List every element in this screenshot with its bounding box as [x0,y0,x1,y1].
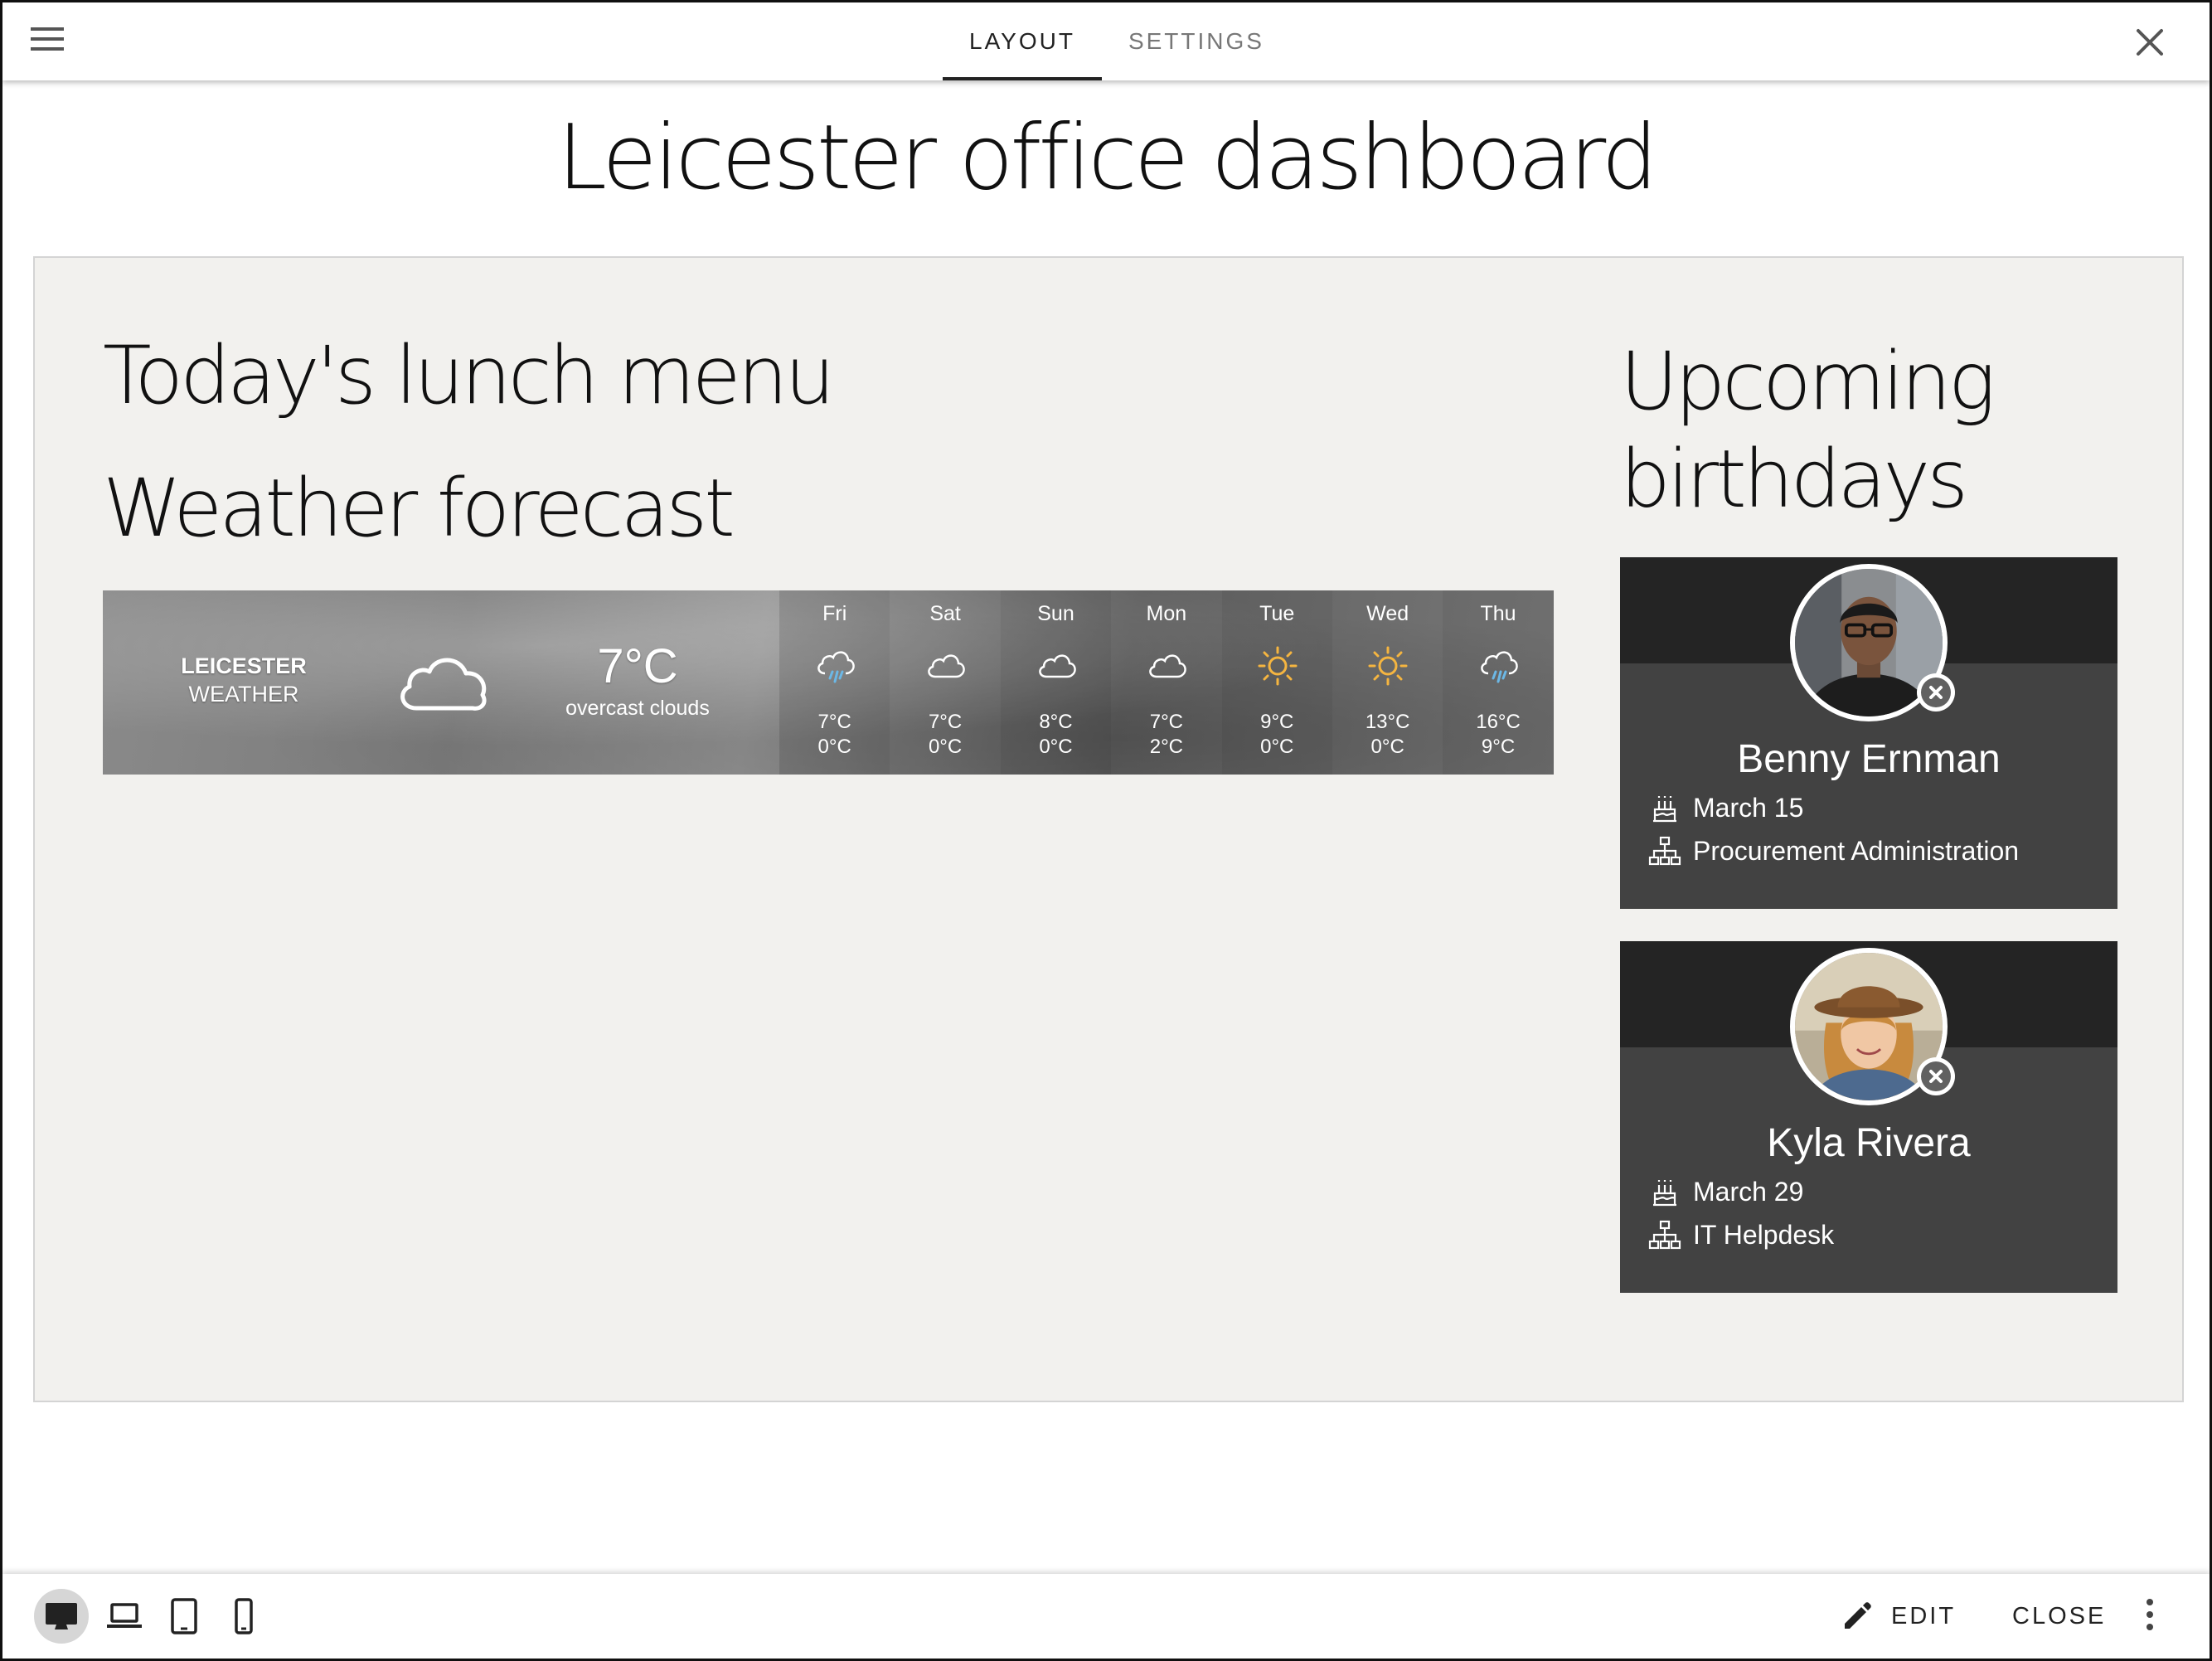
remove-birthday-button[interactable] [1917,1057,1955,1095]
close-button[interactable]: CLOSE [2012,1574,2106,1659]
forecast-day: Mon 7°C 2°C [1111,590,1222,775]
bottom-toolbar: EDIT CLOSE [2,1574,2210,1659]
close-icon[interactable] [2133,26,2166,59]
department-row: Procurement Administration [1648,834,2019,867]
day-high: 8°C [1039,711,1073,733]
desktop-icon [46,1603,77,1629]
day-name: Sat [929,602,961,625]
day-name: Mon [1146,602,1187,625]
tablet-view-button[interactable] [157,1589,211,1644]
hamburger-menu-icon[interactable] [31,27,64,56]
weather-city: LEICESTER WEATHER [177,652,310,708]
phone-view-button[interactable] [216,1589,271,1644]
laptop-view-button[interactable] [97,1589,152,1644]
day-high: 7°C [817,711,851,733]
birthday-card: Kyla Rivera March 29 IT Helpdesk [1620,941,2117,1293]
dashboard-canvas: Today's lunch menu Weather forecast Upco… [33,256,2184,1402]
org-chart-icon [1648,836,1681,866]
person-name: Benny Ernman [1737,737,2001,781]
day-low: 9°C [1481,736,1516,758]
laptop-icon [107,1603,142,1628]
sun-icon [1258,646,1298,686]
weather-forecast-heading: Weather forecast [103,462,735,555]
birthday-card: Benny Ernman March 15 Procurement Admini… [1620,557,2117,909]
forecast-day: Wed 13°C 0°C [1332,590,1443,775]
cloud-icon [928,654,966,678]
day-name: Sun [1037,602,1074,625]
current-temperature: 7°C [597,639,678,693]
birthday-date-row: March 15 [1648,791,1803,824]
day-name: Fri [822,602,847,625]
cloud-icon [400,658,487,711]
more-vert-icon[interactable] [2145,1599,2155,1634]
day-name: Wed [1366,602,1409,625]
weather-city-line1: LEICESTER [181,653,307,678]
weather-city-line2: WEATHER [188,682,299,707]
day-high: 13°C [1365,711,1410,733]
rain-icon [1481,651,1519,683]
phone-icon [235,1598,253,1634]
day-low: 0°C [1039,736,1073,758]
cake-icon [1653,796,1676,823]
day-name: Tue [1259,602,1295,625]
day-low: 0°C [1260,736,1294,758]
rain-icon [817,651,855,683]
tab-layout[interactable]: LAYOUT [943,2,1102,80]
top-bar: LAYOUT SETTINGS [2,2,2210,80]
org-chart-icon [1648,1220,1681,1250]
cake-icon [1653,1180,1676,1207]
day-name: Thu [1480,602,1516,625]
weather-widget: LEICESTER WEATHER 7°C overcast clouds Fr… [103,590,1554,775]
forecast-days: Fri 7°C 0°C Sat 7°C 0°C Sun 8°C 0°C Mon … [779,590,1554,775]
forecast-day: Sun 8°C 0°C [1000,590,1112,775]
sun-icon [1368,646,1408,686]
day-high: 7°C [928,711,963,733]
birthday-date-row: March 29 [1648,1175,1803,1208]
page-title: Leicester office dashboard [557,106,1658,210]
day-high: 9°C [1260,711,1294,733]
birthday-date: March 15 [1693,792,1804,823]
lunch-menu-heading: Today's lunch menu [103,329,835,422]
edit-button[interactable]: EDIT [1891,1574,1956,1659]
birthday-date: March 29 [1693,1176,1804,1207]
current-conditions: overcast clouds [565,697,710,720]
forecast-day: Tue 9°C 0°C [1221,590,1332,775]
day-low: 0°C [1370,736,1404,758]
cloud-icon [1039,654,1076,678]
day-low: 0°C [817,736,851,758]
person-name: Kyla Rivera [1767,1121,1971,1165]
tab-settings[interactable]: SETTINGS [1102,2,1291,80]
pencil-icon[interactable] [1840,1599,1875,1634]
department-row: IT Helpdesk [1648,1218,1834,1251]
day-high: 7°C [1149,711,1183,733]
day-low: 0°C [928,736,963,758]
remove-birthday-button[interactable] [1917,673,1955,712]
day-high: 16°C [1476,711,1521,733]
desktop-view-button[interactable] [34,1589,89,1644]
day-low: 2°C [1149,736,1183,758]
forecast-day: Fri 7°C 0°C [779,590,890,775]
department: Procurement Administration [1693,835,2020,866]
upcoming-birthdays-heading: Upcoming birthdays [1620,335,1996,526]
tab-bar: LAYOUT SETTINGS [943,2,1291,80]
tablet-icon [171,1598,197,1634]
forecast-day: Sat 7°C 0°C [890,590,1001,775]
forecast-day: Thu 16°C 9°C [1443,590,1554,775]
department: IT Helpdesk [1693,1219,1835,1250]
cloud-icon [1149,654,1186,678]
